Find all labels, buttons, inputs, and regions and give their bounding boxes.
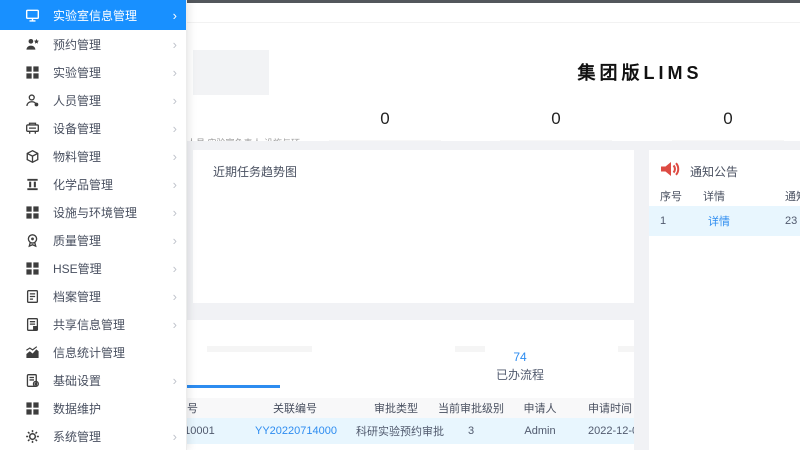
stat-value: 0 [551,109,561,128]
tab-label: 我的申请 [633,368,634,382]
active-tab-underline [186,385,280,388]
notice-title: 通知公告 [690,165,739,179]
sidebar-item-data-maintenance[interactable]: 数据维护 [0,394,186,422]
quality-badge-icon [25,233,40,248]
sidebar-item-material[interactable]: 物料管理 [0,142,186,170]
notice-cell-title: 23 [785,215,798,227]
person-icon [25,93,40,108]
chevron-right-icon [173,66,177,79]
sidebar-item-personnel[interactable]: 人员管理 [0,86,186,114]
notice-cell-no: 1 [660,215,667,227]
trend-chart-title: 近期任务趋势图 [213,165,298,179]
chevron-right-icon [173,318,177,331]
sidebar-item-info-stats[interactable]: 信息统计管理 [0,338,186,366]
stat-value: 0 [380,109,390,128]
skeleton-strip [207,346,312,352]
notice-table-header: 序号 详情 通知标题 [649,186,800,207]
chevron-right-icon [173,290,177,303]
chevron-right-icon [173,234,177,247]
col-header-related-no: 关联编号 [273,403,317,415]
sidebar-item-system[interactable]: 系统管理 [0,422,186,450]
reservation-person-star-icon [25,37,40,52]
file-icon [25,289,40,304]
skeleton-strip [618,346,634,352]
megaphone-icon [661,162,680,176]
chevron-right-icon [173,94,177,107]
col-header-no: 号 [187,403,198,415]
gear-icon [25,429,40,444]
chevron-right-icon [173,206,177,219]
sidebar-item-lab-info[interactable]: 实验室信息管理 [0,0,186,30]
chevron-right-icon [173,430,177,443]
notice-card: 通知公告 序号 详情 通知标题 1 详情 23 [649,150,800,450]
col-header-level: 当前审批级别 [438,403,504,415]
sidebar-item-equipment[interactable]: 设备管理 [0,114,186,142]
grid-icon [25,205,40,220]
chevron-right-icon [173,374,177,387]
stat-value: 0 [723,109,733,128]
process-card: 74 已办流程 41 我的申请 号 关联编号 审批类型 当前审批级别 申请人 申… [150,320,634,450]
notice-col-no: 序号 [660,191,682,203]
cell-apply-time: 2022-12-01 [588,425,634,437]
monitor-icon [25,8,40,23]
approval-table-header: 号 关联编号 审批类型 当前审批级别 申请人 申请时间 [150,398,634,418]
cell-type: 科研实验预约审批 [356,426,444,438]
pillar-icon [25,177,40,192]
file-text-icon [25,317,40,332]
notice-col-title: 通知标题 [785,191,800,203]
col-header-apply-time: 申请时间 [588,403,632,415]
stats-chart-icon [25,345,40,360]
app-title: 集团版LIMS [577,63,703,83]
chevron-right-icon [173,122,177,135]
cell-related-no-link[interactable]: YY20220714000 [255,425,337,437]
file-gear-icon [25,373,40,388]
chevron-right-icon [173,9,177,22]
notice-detail-link[interactable]: 详情 [708,213,730,229]
avatar-placeholder [193,50,269,95]
chevron-right-icon [173,150,177,163]
sidebar-item-experiment[interactable]: 实验管理 [0,58,186,86]
col-header-applicant: 申请人 [523,403,557,415]
grid-icon [25,65,40,80]
sidebar-item-shared-info[interactable]: 共享信息管理 [0,310,186,338]
sidebar-item-facility-env[interactable]: 设施与环境管理 [0,198,186,226]
cell-applicant: Admin [524,425,556,437]
approval-table-row[interactable]: 010001 YY20220714000 科研实验预约审批 3 Admin 20… [150,418,634,444]
tab-count: 41 [633,350,634,364]
sidebar-item-quality[interactable]: 质量管理 [0,226,186,254]
tab-done-processes[interactable]: 74 已办流程 [475,350,565,382]
col-header-type: 审批类型 [374,403,418,415]
notice-col-detail: 详情 [703,191,725,203]
grid-icon [25,401,40,416]
device-icon [25,121,40,136]
trend-chart-card: 近期任务趋势图 [193,150,634,303]
grid-icon [25,261,40,276]
sidebar-item-basic-settings[interactable]: 基础设置 [0,366,186,394]
tab-count: 74 [513,350,527,364]
cell-level: 3 [467,425,475,437]
sidebar-item-reservation[interactable]: 预约管理 [0,30,186,58]
chevron-right-icon [173,178,177,191]
chevron-right-icon [173,262,177,275]
tab-my-applications[interactable]: 41 我的申请 [633,350,634,382]
notice-table-row[interactable]: 1 详情 23 [649,206,800,236]
tab-label: 已办流程 [495,368,544,382]
chevron-right-icon [173,38,177,51]
package-icon [25,149,40,164]
sidebar: 实验室信息管理 预约管理 实验管理 人员管理 [0,0,187,450]
sidebar-item-archive[interactable]: 档案管理 [0,282,186,310]
sidebar-item-chemical[interactable]: 化学品管理 [0,170,186,198]
sidebar-item-hse[interactable]: HSE管理 [0,254,186,282]
